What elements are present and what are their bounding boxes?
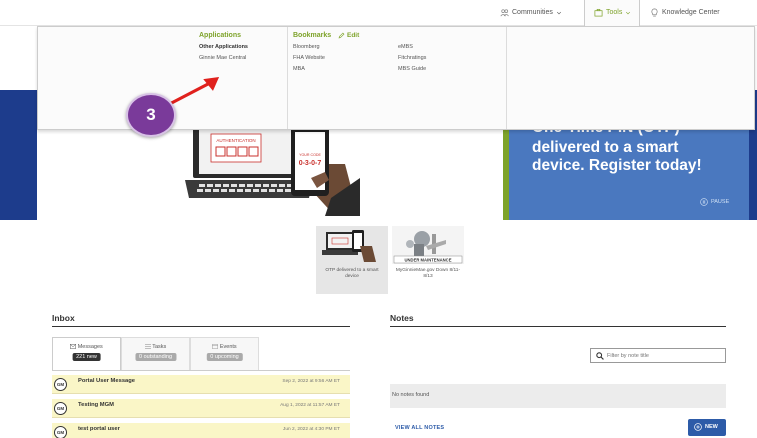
chevron-down-icon xyxy=(556,11,561,14)
avatar: GM xyxy=(54,378,67,391)
notes-filter-input[interactable] xyxy=(607,350,723,361)
utility-bar: Communities Tools Knowledge Center xyxy=(0,0,757,26)
notes-title: Notes xyxy=(390,313,414,323)
new-note-button[interactable]: NEW xyxy=(688,419,726,436)
message-title: test portal user xyxy=(78,426,120,432)
message-row[interactable]: GM test portal user Jun 2, 2022 at 4:30 … xyxy=(52,423,350,438)
menu-divider xyxy=(506,27,507,129)
new-note-label: NEW xyxy=(705,424,718,430)
tab-messages-label: Messages xyxy=(53,344,120,350)
menu-item-ginnie-mae-central[interactable]: Ginnie Mae Central xyxy=(199,55,246,61)
message-row[interactable]: GM Testing MGM Aug 1, 2022 at 11:57 AM E… xyxy=(52,399,350,418)
tab-tasks-label: Tasks xyxy=(122,344,189,350)
thumb-caption-maintenance: MyGinnieMae.gov Down 8/11-8/13 xyxy=(395,268,461,279)
bookmarks-heading: Bookmarks xyxy=(293,32,332,39)
tools-label: Tools xyxy=(606,9,623,16)
applications-heading: Applications xyxy=(199,32,242,39)
message-date: Jun 2, 2022 at 4:30 PM ET xyxy=(282,427,340,432)
communities-label: Communities xyxy=(512,9,553,16)
pause-icon xyxy=(700,198,708,206)
your-code-text: YOUR CODE xyxy=(299,153,321,157)
events-count-badge: 0 upcoming xyxy=(206,353,243,361)
knowledge-center-label: Knowledge Center xyxy=(662,9,720,16)
lightbulb-icon xyxy=(651,8,658,17)
pencil-icon xyxy=(338,32,345,39)
tab-tasks[interactable]: Tasks 0 outstanding xyxy=(121,337,190,370)
message-date: Sep 2, 2022 at 9:56 AM ET xyxy=(282,379,340,384)
search-icon xyxy=(596,352,604,360)
maintenance-sign-text: UNDER MAINTENANCE xyxy=(405,258,452,263)
thumb-image-maintenance: UNDER MAINTENANCE xyxy=(392,226,464,264)
menu-item-other-applications[interactable]: Other Applications xyxy=(199,44,248,50)
otp-code-text: 0-3-0-7 xyxy=(299,160,322,167)
otp-illustration: AUTHENTICATION YOUR CODE 0-3-0-7 xyxy=(185,118,360,216)
tabs-rule xyxy=(52,370,350,371)
calendar-icon xyxy=(212,344,219,349)
inbox-title: Inbox xyxy=(52,313,75,323)
toolbox-icon xyxy=(594,8,603,17)
bookmark-fha-website[interactable]: FHA Website xyxy=(293,55,325,61)
step-number-badge: 3 xyxy=(126,93,176,137)
avatar: GM xyxy=(54,426,67,438)
tasks-count-badge: 0 outstanding xyxy=(134,353,177,361)
tools-menu[interactable]: Tools xyxy=(584,0,640,26)
communities-menu[interactable]: Communities xyxy=(500,8,562,17)
auth-text: AUTHENTICATION xyxy=(216,138,255,143)
bookmark-embs[interactable]: eMBS xyxy=(398,44,413,50)
envelope-icon xyxy=(70,344,77,349)
bookmark-fitchratings[interactable]: Fitchratings xyxy=(398,55,426,61)
edit-bookmarks-link[interactable]: Edit xyxy=(338,32,359,39)
edit-label: Edit xyxy=(347,32,360,39)
messages-count-badge: 221 new xyxy=(72,353,101,361)
bookmark-mba[interactable]: MBA xyxy=(293,66,305,72)
message-title: Portal User Message xyxy=(78,378,136,384)
chevron-down-icon xyxy=(626,11,631,14)
message-title: Testing MGM xyxy=(78,402,114,408)
inbox-rule xyxy=(52,326,350,327)
tab-events-label: Events xyxy=(191,344,258,350)
hero-headline-line-2: delivered to a smart xyxy=(532,139,679,156)
carousel-thumb-otp[interactable]: OTP delivered to a smart device xyxy=(316,226,388,294)
notes-empty-state: No notes found xyxy=(390,384,726,408)
bookmark-bloomberg[interactable]: Bloomberg xyxy=(293,44,320,50)
avatar: GM xyxy=(54,402,67,415)
step-number: 3 xyxy=(146,105,156,124)
hero-accent-bar xyxy=(503,118,509,220)
thumb-caption-otp: OTP delivered to a smart device xyxy=(325,268,379,279)
people-icon xyxy=(500,9,509,17)
menu-divider xyxy=(287,27,288,129)
carousel-thumb-maintenance[interactable]: UNDER MAINTENANCE MyGinnieMae.gov Down 8… xyxy=(392,226,464,294)
tab-events[interactable]: Events 0 upcoming xyxy=(190,337,259,370)
notes-empty-text: No notes found xyxy=(392,392,430,398)
hero-headline-line-3: device. Register today! xyxy=(532,157,702,174)
thumb-image-otp xyxy=(322,230,376,262)
tab-messages[interactable]: Messages 221 new xyxy=(52,337,121,370)
notes-rule xyxy=(390,326,726,327)
notes-filter-field[interactable] xyxy=(590,348,726,363)
add-icon xyxy=(694,423,702,431)
view-all-notes-link[interactable]: VIEW ALL NOTES xyxy=(395,425,444,431)
knowledge-center-link[interactable]: Knowledge Center xyxy=(650,8,720,17)
page: AUTHENTICATION YOUR CODE 0-3-0-7 One-Tim… xyxy=(0,0,757,438)
message-row[interactable]: GM Portal User Message Sep 2, 2022 at 9:… xyxy=(52,375,350,394)
bookmark-mbs-guide[interactable]: MBS Guide xyxy=(398,66,426,72)
list-icon xyxy=(144,344,151,349)
message-date: Aug 1, 2022 at 11:57 AM ET xyxy=(280,403,340,408)
pause-button[interactable]: PAUSE xyxy=(700,198,729,206)
pause-label: PAUSE xyxy=(711,199,730,205)
